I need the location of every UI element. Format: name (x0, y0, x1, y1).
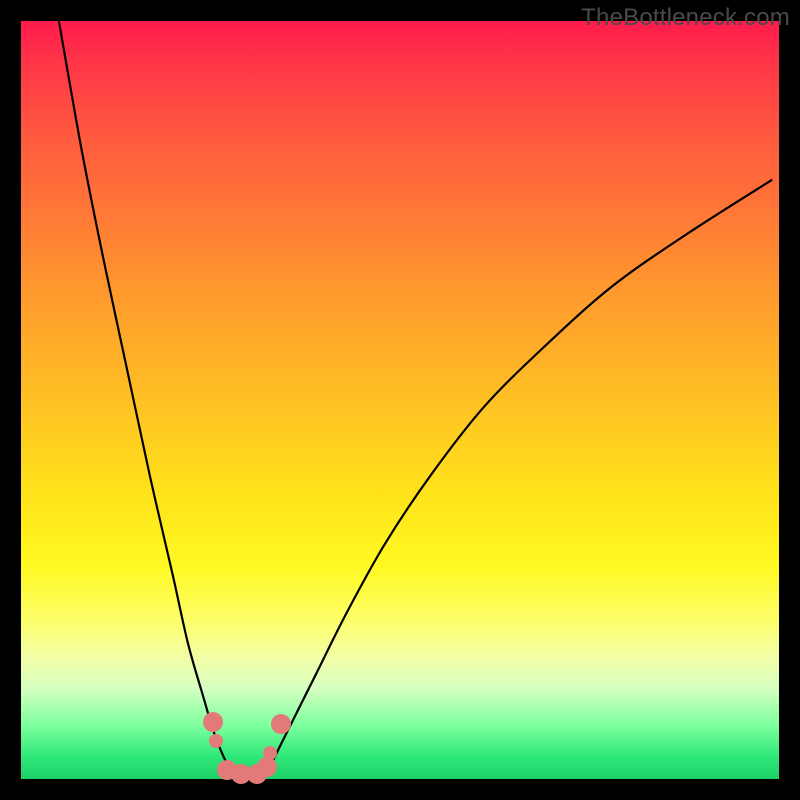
data-marker (209, 734, 223, 748)
data-marker (271, 714, 291, 734)
bottleneck-curve (21, 21, 779, 779)
plot-area (21, 21, 779, 779)
data-marker (257, 757, 277, 777)
data-marker (263, 746, 277, 760)
watermark-text: TheBottleneck.com (581, 4, 790, 32)
data-marker (203, 712, 223, 732)
